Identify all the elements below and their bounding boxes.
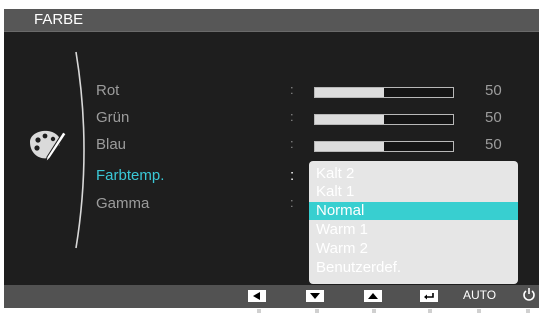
gruen-slider[interactable]: [314, 114, 454, 125]
option-kalt-1[interactable]: Kalt 1: [309, 183, 518, 201]
separator-colon: :: [290, 109, 294, 124]
separator-colon: :: [290, 82, 294, 97]
menu-item-label: Farbtemp.: [96, 167, 165, 184]
left-arrow-icon: [248, 290, 266, 302]
slider-fill: [315, 142, 384, 151]
color-temp-dropdown[interactable]: Kalt 2 Kalt 1 Normal Warm 1 Warm 2 Benut…: [309, 161, 518, 284]
option-benutzerdef[interactable]: Benutzerdef.: [309, 259, 518, 277]
power-icon[interactable]: [522, 287, 536, 302]
menu-item-blau[interactable]: Blau : 50: [96, 136, 516, 156]
slider-fill: [315, 115, 384, 124]
menu-bracket: [75, 51, 85, 249]
menu-title: FARBE: [34, 11, 84, 28]
enter-button[interactable]: [420, 289, 438, 303]
title-bar: FARBE: [4, 9, 539, 32]
rot-value: 50: [485, 82, 502, 99]
tick-mark: [526, 309, 530, 313]
rot-slider[interactable]: [314, 87, 454, 98]
gruen-value: 50: [485, 109, 502, 126]
slider-fill: [315, 88, 384, 97]
blau-slider[interactable]: [314, 141, 454, 152]
down-button[interactable]: [306, 289, 324, 303]
separator-colon: :: [290, 136, 294, 151]
option-warm-1[interactable]: Warm 1: [309, 221, 518, 239]
down-arrow-icon: [306, 290, 324, 302]
menu-item-label: Rot: [96, 82, 120, 99]
tick-mark: [315, 309, 319, 313]
button-bar: AUTO: [4, 285, 539, 308]
blau-value: 50: [485, 136, 502, 153]
tick-mark: [372, 309, 376, 313]
separator-colon: :: [290, 195, 294, 210]
left-button[interactable]: [248, 289, 266, 303]
option-warm-2[interactable]: Warm 2: [309, 240, 518, 258]
up-button[interactable]: [364, 289, 382, 303]
option-normal[interactable]: Normal: [309, 202, 518, 220]
tick-mark: [477, 309, 481, 313]
menu-item-rot[interactable]: Rot : 50: [96, 82, 516, 102]
option-kalt-2[interactable]: Kalt 2: [309, 165, 518, 183]
menu-item-label: Grün: [96, 109, 130, 126]
menu-item-gruen[interactable]: Grün : 50: [96, 109, 516, 129]
tick-mark: [257, 309, 261, 313]
menu-item-label: Gamma: [96, 195, 150, 212]
separator-colon: :: [290, 167, 295, 184]
menu-item-label: Blau: [96, 136, 127, 153]
tick-mark: [428, 309, 432, 313]
auto-button[interactable]: AUTO: [463, 288, 496, 302]
up-arrow-icon: [364, 290, 382, 302]
enter-icon: [420, 290, 438, 302]
osd-panel: FARBE Rot : 50 Grün : 50 Blau: 50 Farbt…: [4, 9, 539, 285]
